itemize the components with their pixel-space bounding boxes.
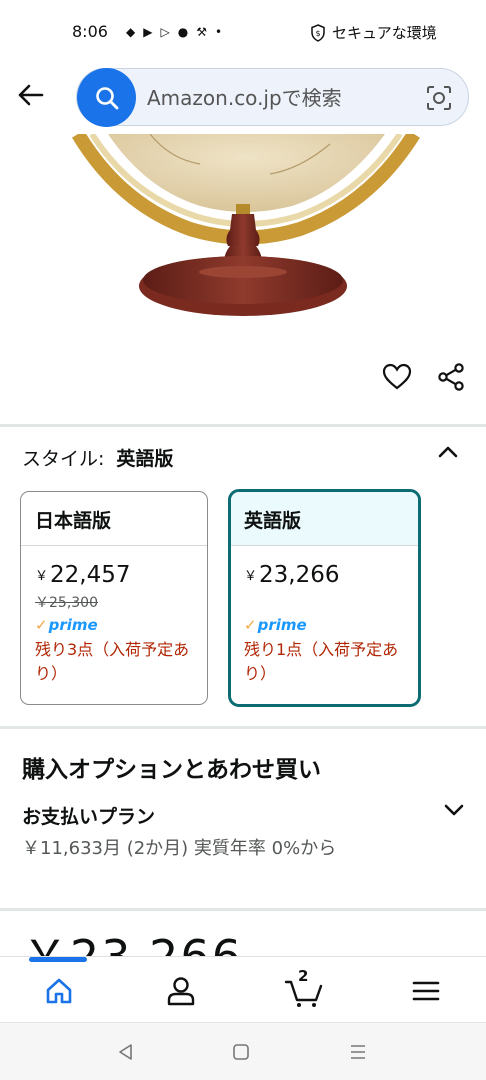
prime-check-icon: ✓	[35, 616, 48, 634]
system-back-button[interactable]	[114, 1040, 138, 1064]
share-icon[interactable]	[436, 362, 466, 392]
status-bar: 8:06 ◆ ▶ ▷ ● ⚒ • $ セキュアな環境	[0, 0, 486, 62]
system-nav-bar	[0, 1022, 486, 1080]
nav-account[interactable]	[163, 973, 199, 1009]
stock-status: 残り3点（入荷予定あり）	[35, 640, 190, 683]
product-image[interactable]	[0, 134, 486, 334]
bottom-nav: 2	[0, 956, 486, 1022]
style-selector-label: スタイル: 英語版	[22, 444, 173, 471]
dropbox-icon: ◆	[126, 25, 136, 39]
prime-check-icon: ✓	[244, 616, 257, 634]
recents-lines-icon	[351, 1045, 365, 1059]
style-option-japanese[interactable]: 日本語版 ￥ 22,457 ￥25,300 ✓ prime 残り3点（入荷予定あ…	[20, 491, 208, 705]
chevron-down-icon[interactable]	[442, 798, 466, 822]
play-icon: ▷	[160, 25, 170, 39]
security-label: セキュアな環境	[332, 24, 437, 42]
shield-icon: $	[311, 23, 325, 42]
line-icon: ●	[177, 25, 189, 39]
stock-status: 残り1点（入荷予定あり）	[244, 640, 399, 683]
prime-label: prime	[257, 616, 307, 634]
style-option-english[interactable]: 英語版 ￥ 23,266 ✓ prime 残り1点（入荷予定あり）	[228, 489, 421, 707]
purchase-options-title: 購入オプションとあわせ買い	[22, 757, 321, 783]
variant-price: ￥ 22,457	[35, 562, 193, 588]
variant-name: 日本語版	[21, 492, 207, 546]
svg-text:$: $	[315, 29, 320, 38]
payment-plan-detail: ￥11,633月 (2か月) 実質年率 0%から	[22, 838, 337, 859]
globe-image	[71, 134, 420, 316]
section-divider	[0, 908, 486, 911]
active-tab-indicator	[29, 957, 87, 962]
chevron-up-icon[interactable]	[436, 440, 460, 464]
hamburger-menu-icon	[412, 981, 440, 1001]
prime-badge: ✓ prime	[35, 616, 193, 634]
search-button[interactable]	[77, 68, 136, 127]
price-value: 22,457	[50, 562, 131, 588]
variant-price: ￥ 23,266	[244, 562, 405, 588]
search-bar[interactable]	[76, 68, 469, 127]
list-price	[244, 592, 405, 610]
currency-symbol: ￥	[244, 569, 258, 584]
dot-icon: •	[214, 25, 223, 39]
heart-icon[interactable]	[382, 362, 412, 392]
camera-scan-icon[interactable]	[426, 85, 452, 111]
square-home-icon	[233, 1044, 249, 1060]
status-time: 8:06	[72, 22, 108, 41]
triangle-back-icon	[119, 1044, 132, 1060]
arrow-left-icon[interactable]	[14, 78, 48, 112]
currency-symbol: ￥	[35, 569, 49, 584]
style-selected-value: 英語版	[116, 448, 174, 470]
list-price: ￥25,300	[35, 595, 98, 611]
nav-menu[interactable]	[408, 973, 444, 1009]
section-divider	[0, 726, 486, 729]
prime-badge: ✓ prime	[244, 616, 405, 634]
search-icon	[95, 86, 118, 109]
nav-home[interactable]	[41, 973, 77, 1009]
system-home-button[interactable]	[229, 1040, 253, 1064]
system-recents-button[interactable]	[346, 1040, 370, 1064]
prime-label: prime	[48, 616, 98, 634]
header	[0, 62, 486, 134]
hammer-icon: ⚒	[196, 25, 207, 39]
cart-count-badge: 2	[298, 967, 309, 985]
home-icon	[46, 978, 72, 1004]
payment-plan-title[interactable]: お支払いプラン	[22, 802, 155, 829]
security-indicator: $ セキュアな環境	[310, 22, 437, 43]
variant-body: ￥ 22,457 ￥25,300 ✓ prime 残り3点（入荷予定あり）	[21, 546, 207, 686]
nav-cart[interactable]: 2	[284, 967, 324, 1009]
youtube-icon: ▶	[143, 25, 153, 39]
notification-icons: ◆ ▶ ▷ ● ⚒ •	[126, 24, 222, 40]
person-icon	[167, 977, 195, 1006]
variant-name: 英語版	[231, 492, 418, 546]
section-divider	[0, 424, 486, 427]
price-value: 23,266	[259, 562, 340, 588]
buybox-price-partial: ￥23,266	[22, 934, 243, 958]
variant-body: ￥ 23,266 ✓ prime 残り1点（入荷予定あり）	[231, 546, 418, 686]
search-input[interactable]	[147, 83, 417, 113]
style-label: スタイル:	[22, 448, 105, 470]
